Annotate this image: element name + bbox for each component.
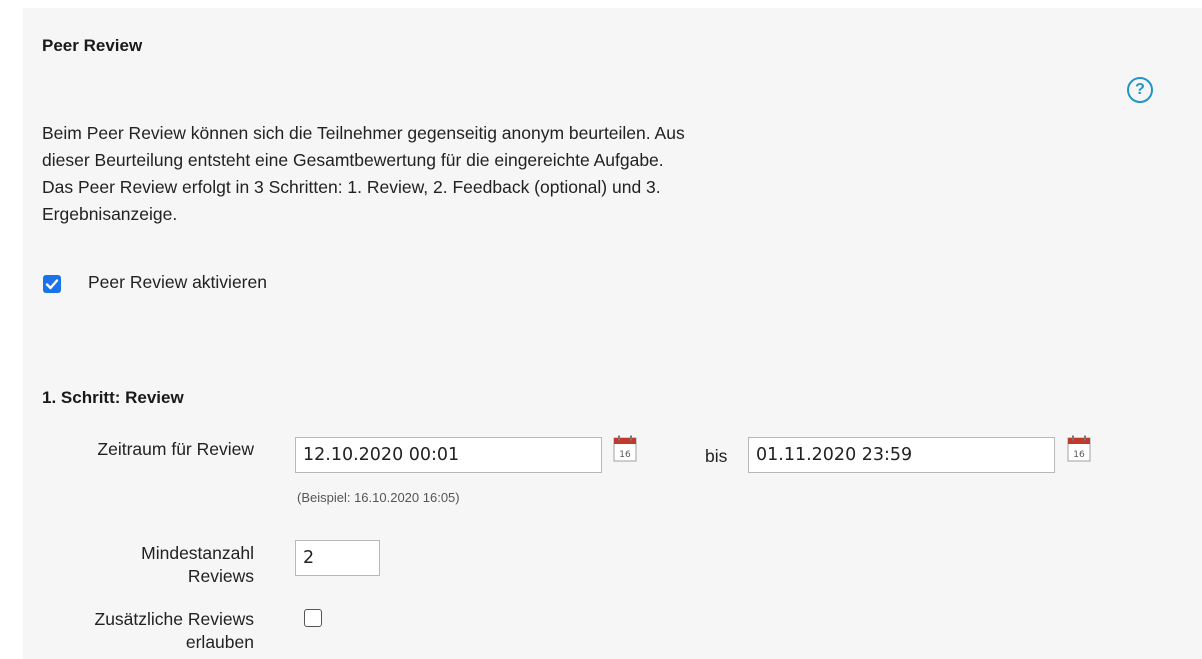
calendar-day: 16: [619, 450, 631, 460]
calendar-icon[interactable]: 16: [613, 435, 637, 462]
date-format-hint: (Beispiel: 16.10.2020 16:05): [297, 490, 460, 505]
description-line: Beim Peer Review können sich die Teilneh…: [42, 123, 685, 143]
description-line: Ergebnisanzeige.: [42, 204, 178, 224]
review-period-label: Zeitraum für Review: [97, 439, 254, 459]
description-line: dieser Beurteilung entsteht eine Gesamtb…: [42, 150, 664, 170]
min-reviews-input[interactable]: 2: [295, 540, 380, 576]
min-reviews-label-line: Reviews: [187, 566, 254, 586]
calendar-day: 16: [1073, 450, 1085, 460]
help-circle-icon[interactable]: ?: [1127, 77, 1153, 103]
review-start-input[interactable]: 12.10.2020 00:01: [295, 437, 602, 473]
checkmark-icon: [45, 279, 59, 290]
extra-reviews-checkbox[interactable]: [304, 609, 322, 627]
review-end-input[interactable]: 01.11.2020 23:59: [748, 437, 1055, 473]
section-title: Peer Review: [42, 36, 143, 55]
period-separator: bis: [705, 446, 728, 466]
peer-review-description: Beim Peer Review können sich die Teilneh…: [42, 120, 862, 228]
activate-peer-review-checkbox[interactable]: [43, 275, 61, 293]
calendar-icon[interactable]: 16: [1067, 435, 1091, 462]
description-line: Das Peer Review erfolgt in 3 Schritten: …: [42, 177, 661, 197]
min-reviews-label: Mindestanzahl Reviews: [42, 542, 254, 588]
extra-reviews-label-line: Zusätzliche Reviews: [94, 609, 255, 629]
min-reviews-label-line: Mindestanzahl: [141, 543, 254, 563]
step1-title: 1. Schritt: Review: [42, 388, 184, 407]
activate-peer-review-label[interactable]: Peer Review aktivieren: [88, 272, 267, 293]
extra-reviews-label-line: erlauben: [185, 632, 254, 652]
extra-reviews-label: Zusätzliche Reviews erlauben: [42, 608, 255, 654]
